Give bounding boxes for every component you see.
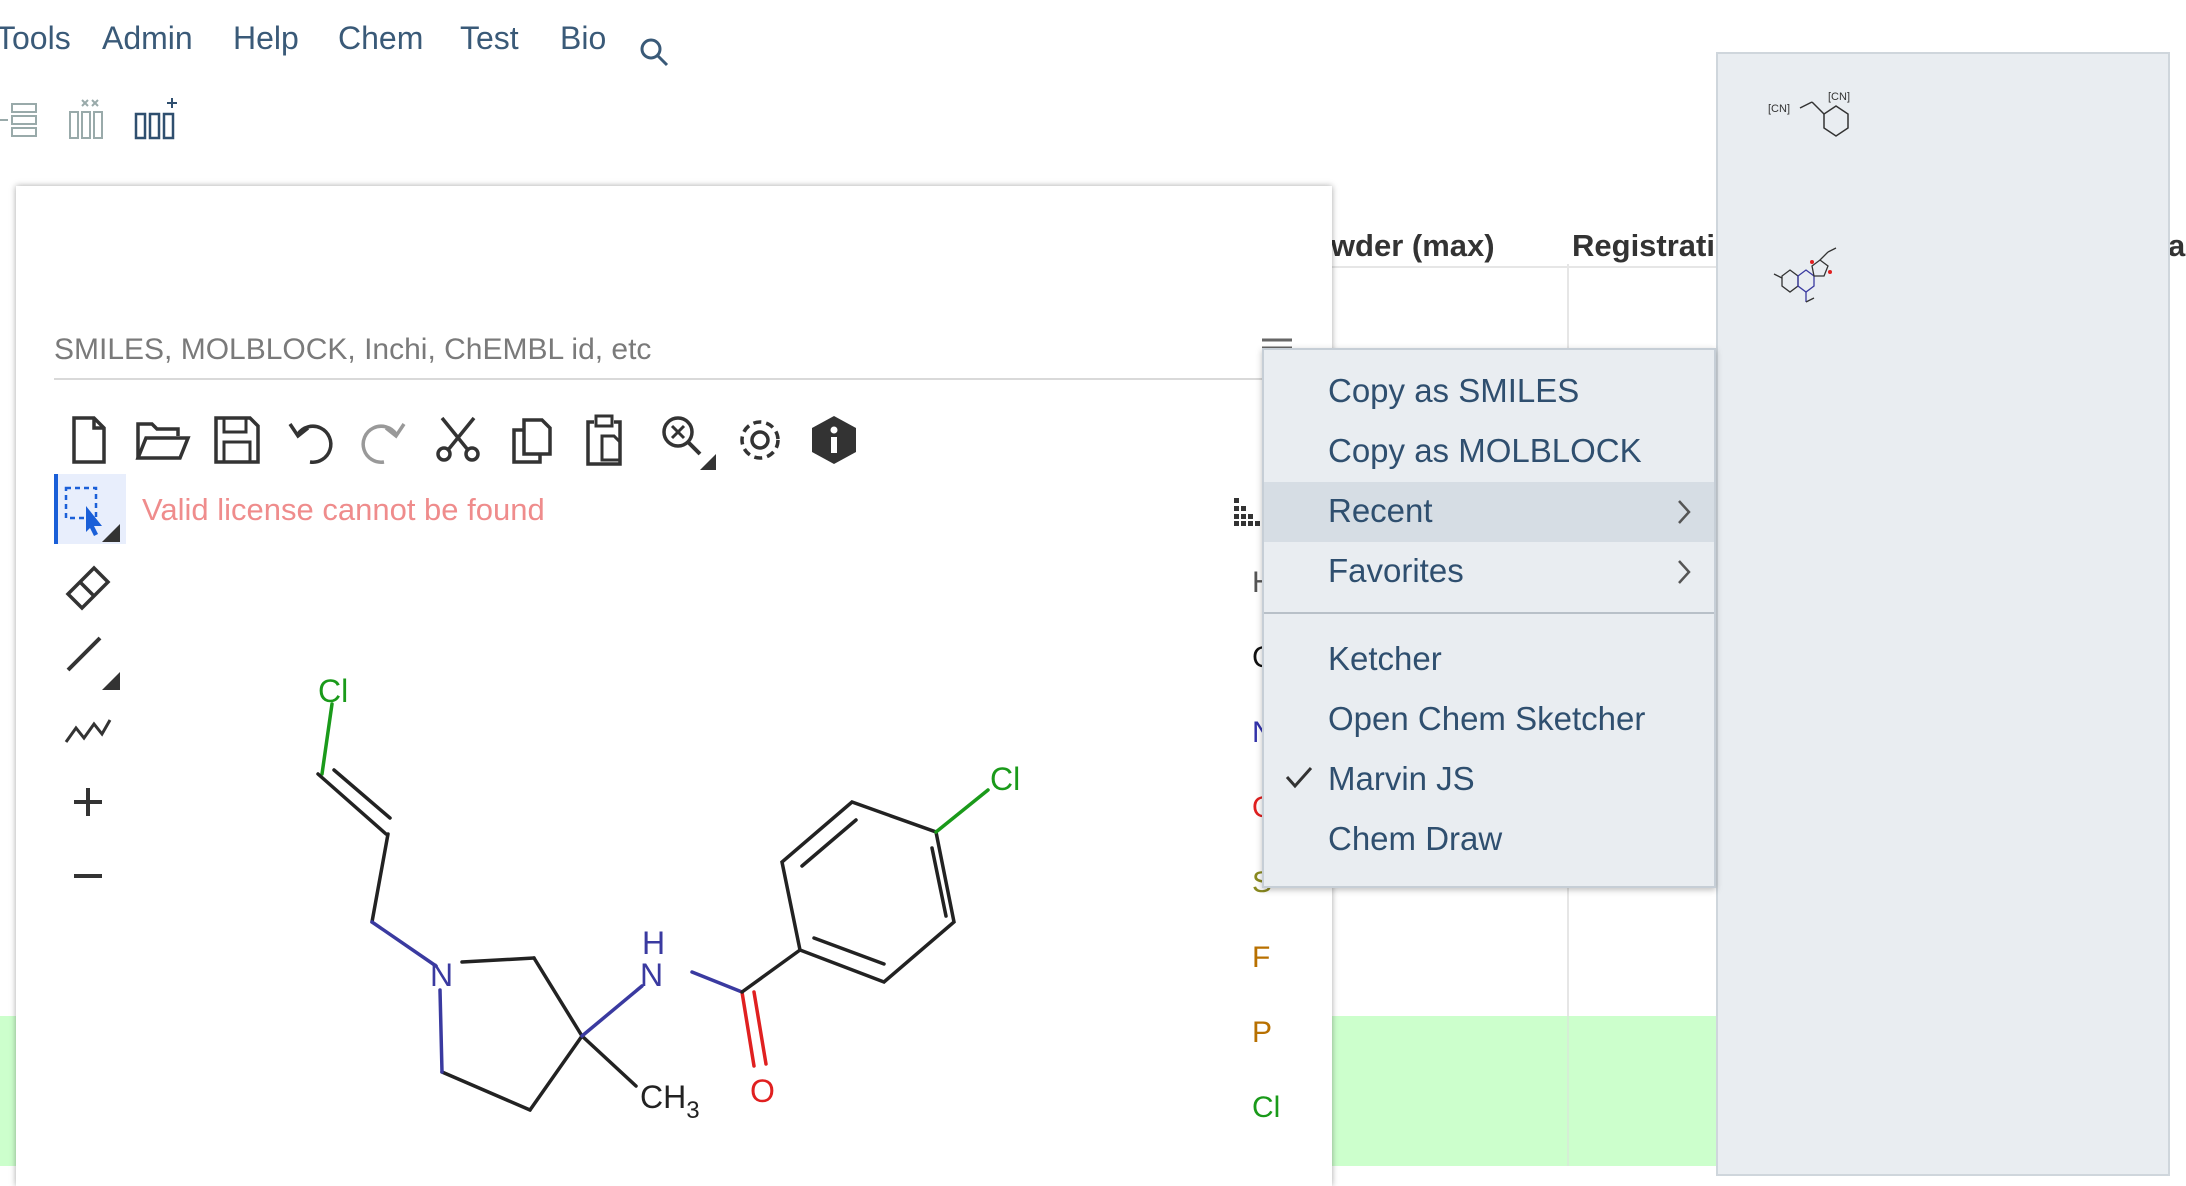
menu-tools[interactable]: Tools — [0, 20, 71, 57]
menu-test[interactable]: Test — [460, 20, 519, 57]
grid-divider — [1567, 1016, 1569, 1166]
atom-label-methyl: CH3 — [640, 1079, 700, 1124]
thumbnail-label: [CN] — [1768, 103, 1790, 115]
menu-item-copy-molblock[interactable]: Copy as MOLBLOCK — [1264, 422, 1714, 482]
sketcher-context-menu: Copy as SMILES Copy as MOLBLOCK Recent F… — [1262, 348, 1716, 888]
menu-item-label: Recent — [1328, 492, 1433, 529]
menu-item-label: Favorites — [1328, 552, 1464, 589]
menu-separator — [1264, 612, 1714, 614]
chevron-right-icon — [1678, 500, 1691, 524]
remove-columns-icon[interactable] — [66, 98, 106, 142]
menu-item-favorites[interactable]: Favorites — [1264, 542, 1714, 602]
chevron-right-icon — [1678, 560, 1691, 584]
menu-item-label: Ketcher — [1328, 640, 1442, 677]
menu-bio[interactable]: Bio — [560, 20, 606, 57]
thumbnail-label: [CN] — [1828, 91, 1850, 103]
menu-item-label: Chem Draw — [1328, 820, 1503, 857]
sketcher-dialog: Valid license cannot be found H C N O S … — [16, 186, 1332, 1186]
grid-header-partial[interactable]: a — [2168, 228, 2185, 264]
atom-label-h: H — [642, 925, 665, 961]
menu-admin[interactable]: Admin — [102, 20, 193, 57]
menu-item-label: Copy as MOLBLOCK — [1328, 432, 1642, 469]
menu-item-ketcher[interactable]: Ketcher — [1264, 630, 1714, 690]
molecule-canvas[interactable]: Cl Cl N H N CH3 O — [16, 186, 1332, 1162]
molecule-side-panel: [CN] [CN] — [1716, 52, 2170, 1176]
atom-label-o: O — [750, 1073, 775, 1109]
menu-item-copy-smiles[interactable]: Copy as SMILES — [1264, 362, 1714, 422]
menu-item-open-chem-sketcher[interactable]: Open Chem Sketcher — [1264, 690, 1714, 750]
collapse-rows-icon[interactable] — [0, 98, 40, 142]
menu-item-chem-draw[interactable]: Chem Draw — [1264, 810, 1714, 870]
atom-label-cl: Cl — [318, 673, 348, 709]
grid-highlight-row[interactable] — [1330, 1016, 1730, 1166]
menu-help[interactable]: Help — [233, 20, 299, 57]
menu-item-label: Marvin JS — [1328, 760, 1475, 797]
menu-item-label: Copy as SMILES — [1328, 372, 1580, 409]
atom-label-n: N — [640, 957, 663, 993]
atom-label-cl: Cl — [990, 761, 1020, 797]
search-icon[interactable] — [638, 36, 670, 68]
checkmark-icon — [1285, 767, 1313, 789]
menu-item-marvin-js[interactable]: Marvin JS — [1264, 750, 1714, 810]
grid-highlight-row-left — [0, 1016, 16, 1166]
menu-chem[interactable]: Chem — [338, 20, 423, 57]
grid-header-powder-max[interactable]: owder (max) — [1312, 228, 1495, 264]
molecule-thumbnail-2[interactable] — [1772, 246, 1862, 316]
grid-header-registration[interactable]: Registratio — [1572, 228, 1734, 264]
grid-divider — [1330, 266, 1730, 268]
add-columns-icon[interactable] — [134, 98, 180, 142]
molecule-thumbnail-1[interactable]: [CN] [CN] — [1768, 78, 1888, 148]
menu-item-label: Open Chem Sketcher — [1328, 700, 1646, 737]
menu-item-recent[interactable]: Recent — [1264, 482, 1714, 542]
atom-label-n: N — [430, 957, 453, 993]
